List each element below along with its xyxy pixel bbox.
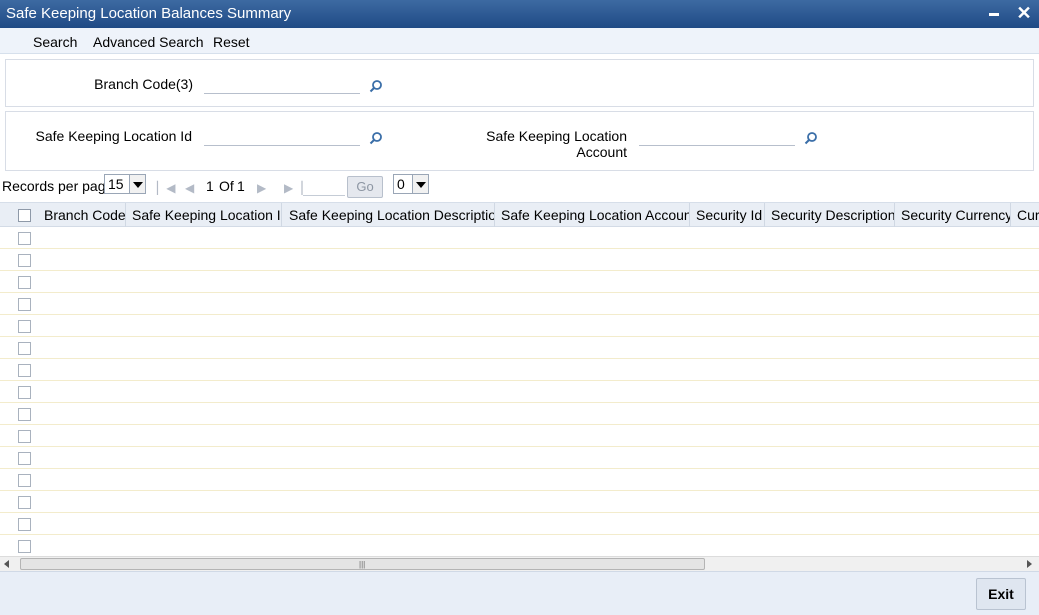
table-row[interactable] [0,381,1039,403]
column-header-branch-code[interactable]: Branch Code [37,203,126,227]
go-button[interactable]: Go [347,176,383,198]
scroll-left-icon[interactable] [4,560,9,568]
row-checkbox[interactable] [18,496,31,509]
location-account-label-line2: Account [576,144,627,160]
records-per-page-label: Records per page [2,178,114,194]
row-checkbox[interactable] [18,320,31,333]
results-table: Branch Code Safe Keeping Location Id Saf… [0,202,1039,556]
horizontal-scrollbar[interactable]: ||| [0,556,1039,571]
location-account-lookup-icon[interactable] [804,131,818,145]
table-row[interactable] [0,359,1039,381]
pager: Records per page 15 ▏◀ ◀ 1 Of 1 ▶ ▶▕ 0 [0,173,1039,201]
row-checkbox[interactable] [18,364,31,377]
page-current: 1 [206,178,214,194]
row-checkbox[interactable] [18,276,31,289]
last-page-icon[interactable]: ▶▕ [284,181,302,195]
table-row[interactable] [0,293,1039,315]
table-row[interactable] [0,491,1039,513]
row-checkbox[interactable] [18,298,31,311]
column-header-security-description[interactable]: Security Description [764,203,895,227]
select-all-checkbox[interactable] [18,209,31,222]
first-page-icon[interactable]: ▏◀ [157,181,175,195]
table-row[interactable] [0,227,1039,249]
table-row[interactable] [0,315,1039,337]
column-header-location-description[interactable]: Safe Keeping Location Description [282,203,495,227]
table-header: Branch Code Safe Keeping Location Id Saf… [0,203,1039,227]
row-checkbox[interactable] [18,540,31,553]
page-select[interactable]: 0 [393,174,429,194]
table-row[interactable] [0,403,1039,425]
grip-icon: ||| [359,560,366,569]
row-checkbox[interactable] [18,254,31,267]
row-checkbox[interactable] [18,232,31,245]
column-header-location-id[interactable]: Safe Keeping Location Id [125,203,282,227]
scroll-right-icon[interactable] [1027,560,1032,568]
exit-button[interactable]: Exit [976,578,1026,610]
location-account-input[interactable] [639,128,795,146]
table-row[interactable] [0,271,1039,293]
records-per-page-select[interactable]: 15 [104,174,146,194]
row-checkbox[interactable] [18,386,31,399]
reset-button[interactable]: Reset [213,34,250,50]
table-row[interactable] [0,337,1039,359]
location-id-lookup-icon[interactable] [369,131,383,145]
branch-code-lookup-icon[interactable] [369,79,383,93]
table-row[interactable] [0,513,1039,535]
location-id-label: Safe Keeping Location Id [35,128,192,144]
previous-page-icon[interactable]: ◀ [185,181,194,195]
footer: Exit [0,571,1039,615]
search-button[interactable]: Search [33,34,77,50]
table-row[interactable] [0,425,1039,447]
row-checkbox[interactable] [18,408,31,421]
advanced-search-button[interactable]: Advanced Search [93,34,204,50]
location-id-input[interactable] [204,128,360,146]
jump-to-page-input[interactable] [303,176,345,196]
row-checkbox[interactable] [18,452,31,465]
chevron-down-icon [129,175,145,193]
table-row[interactable] [0,469,1039,491]
column-header-security-currency[interactable]: Security Currency [894,203,1011,227]
branch-code-input[interactable] [204,76,360,94]
branch-code-label: Branch Code(3) [94,76,193,92]
page-total: 1 [237,178,245,194]
minimize-icon[interactable] [984,3,1004,23]
close-icon[interactable]: ✕ [1014,3,1034,23]
title-bar: Safe Keeping Location Balances Summary ✕ [0,0,1039,28]
page-of-label: Of [219,178,234,194]
next-page-icon[interactable]: ▶ [257,181,266,195]
table-row[interactable] [0,249,1039,271]
row-checkbox[interactable] [18,474,31,487]
row-checkbox[interactable] [18,430,31,443]
row-checkbox[interactable] [18,342,31,355]
records-per-page-value: 15 [108,176,124,192]
table-row[interactable] [0,535,1039,556]
window-title: Safe Keeping Location Balances Summary [6,5,292,22]
page-select-value: 0 [397,176,405,192]
column-header-location-account[interactable]: Safe Keeping Location Account [494,203,690,227]
criteria-panel-location: Safe Keeping Location Id Safe Keeping Lo… [5,111,1034,171]
scrollbar-thumb[interactable]: ||| [20,558,705,570]
location-account-label: Safe Keeping Location [486,128,627,144]
toolbar: Search Advanced Search Reset [0,28,1039,54]
criteria-panel-branch: Branch Code(3) [5,59,1034,107]
chevron-down-icon [412,175,428,193]
row-checkbox[interactable] [18,518,31,531]
table-row[interactable] [0,447,1039,469]
column-header-security-id[interactable]: Security Id [689,203,765,227]
column-header-cur[interactable]: Cur [1010,203,1039,227]
